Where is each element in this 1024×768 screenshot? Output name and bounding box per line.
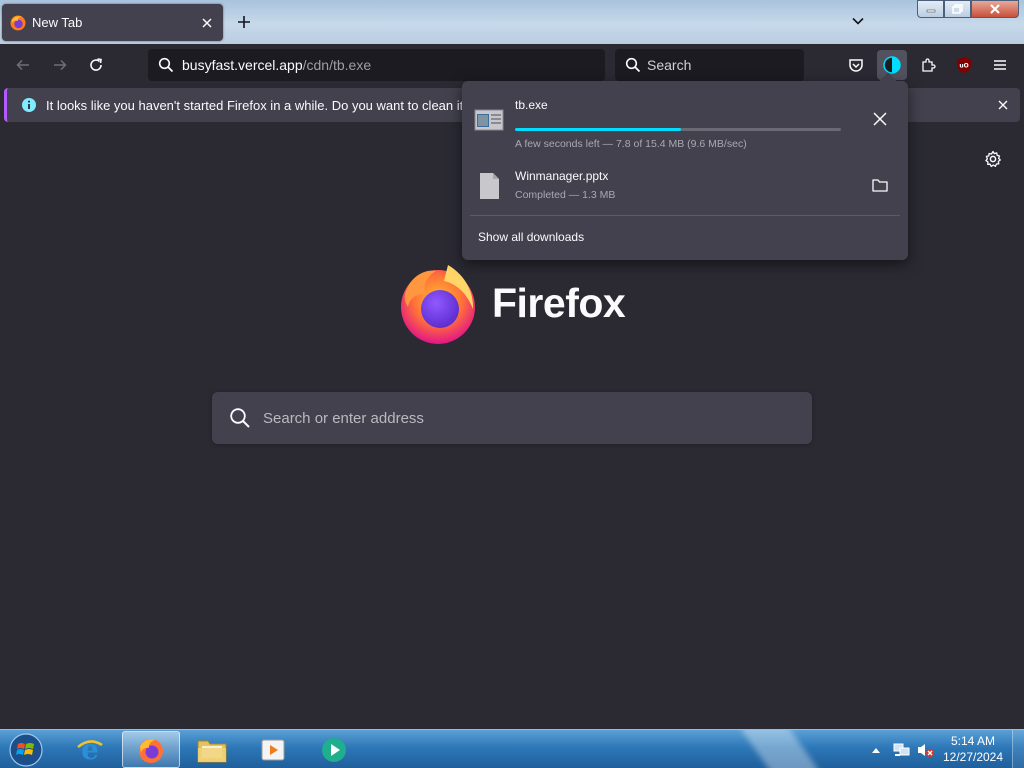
- pocket-icon: [849, 59, 863, 72]
- show-in-folder-button[interactable]: [868, 173, 892, 197]
- show-desktop-button[interactable]: [1012, 730, 1024, 768]
- minimize-icon: [926, 9, 935, 13]
- svg-text:e: e: [81, 735, 99, 765]
- forward-button[interactable]: [45, 50, 75, 80]
- personalize-button[interactable]: [981, 147, 1005, 171]
- app-launcher-icon: [322, 737, 346, 762]
- chevron-down-icon: [852, 17, 864, 25]
- media-player-icon: [261, 739, 285, 760]
- address-bar[interactable]: busyfast.vercel.app/cdn/tb.exe: [148, 49, 605, 81]
- download-progress-icon: [883, 56, 901, 74]
- windows-taskbar: e 5:14 AM 12/27/2024: [0, 729, 1024, 768]
- search-bar[interactable]: Search: [615, 49, 804, 81]
- close-icon: [873, 112, 887, 126]
- clock-date: 12/27/2024: [942, 750, 1004, 764]
- close-icon: [998, 100, 1008, 110]
- new-tab-button[interactable]: [230, 8, 258, 36]
- internet-explorer-icon: e: [77, 735, 103, 765]
- url-path: /cdn/tb.exe: [302, 57, 372, 73]
- panel-separator: [470, 215, 900, 216]
- chevron-up-icon: [872, 747, 880, 753]
- taskbar-file-explorer[interactable]: [183, 731, 241, 768]
- clock-time: 5:14 AM: [950, 734, 996, 748]
- show-hidden-icons-button[interactable]: [866, 740, 886, 760]
- close-icon: [990, 4, 1000, 14]
- notification-close-button[interactable]: [994, 96, 1012, 114]
- app-menu-button[interactable]: [985, 50, 1015, 80]
- url-host: busyfast.vercel.app: [182, 57, 303, 73]
- gear-icon: [985, 150, 1001, 168]
- search-icon: [625, 57, 641, 73]
- folder-icon: [872, 179, 888, 192]
- download-progress-fill: [515, 128, 682, 131]
- tab-title: New Tab: [32, 15, 83, 30]
- volume-muted-icon: [918, 743, 934, 757]
- ublock-origin-icon: uO: [957, 57, 971, 73]
- ublock-origin-button[interactable]: uO: [949, 50, 979, 80]
- restore-button[interactable]: [944, 0, 971, 18]
- restore-icon: [951, 4, 963, 14]
- download-status: A few seconds left — 7.8 of 15.4 MB (9.6…: [515, 138, 747, 150]
- downloads-panel: tb.exe A few seconds left — 7.8 of 15.4 …: [462, 72, 908, 260]
- windows-start-orb-icon: [9, 732, 43, 767]
- firefox-logo-icon: [401, 265, 475, 344]
- pocket-button[interactable]: [841, 50, 871, 80]
- tab-new-tab[interactable]: New Tab: [2, 4, 223, 41]
- brand-wordmark: Firefox: [492, 279, 626, 326]
- network-tray-icon[interactable]: [891, 740, 911, 760]
- volume-tray-icon[interactable]: [916, 740, 936, 760]
- network-icon: [893, 743, 910, 756]
- firefox-brand: Firefox: [396, 260, 646, 346]
- system-tray: [866, 730, 941, 768]
- extensions-button[interactable]: [913, 50, 943, 80]
- navigation-toolbar: busyfast.vercel.app/cdn/tb.exe Search uO: [0, 44, 1024, 86]
- download-status: Completed — 1.3 MB: [515, 189, 616, 201]
- minimize-button[interactable]: [917, 0, 944, 18]
- show-all-downloads-button[interactable]: Show all downloads: [478, 230, 584, 244]
- taskbar-glare: [740, 730, 820, 768]
- close-window-button[interactable]: [971, 0, 1019, 18]
- start-button[interactable]: [6, 731, 46, 768]
- cancel-download-button[interactable]: [868, 107, 892, 131]
- info-icon: [22, 98, 36, 112]
- search-placeholder: Search: [647, 57, 692, 73]
- screen: New Tab busyfast.vercel.app/cdn/tb.exe S…: [0, 0, 1024, 768]
- url-text: busyfast.vercel.app/cdn/tb.exe: [182, 57, 371, 73]
- taskbar-media-player[interactable]: [244, 731, 302, 768]
- new-tab-search-input[interactable]: Search or enter address: [212, 392, 812, 444]
- search-icon: [230, 408, 250, 428]
- exe-file-icon: [474, 109, 504, 131]
- svg-text:uO: uO: [959, 63, 968, 70]
- plus-icon: [238, 16, 250, 28]
- new-tab-search-placeholder: Search or enter address: [263, 409, 424, 427]
- back-button[interactable]: [8, 50, 38, 80]
- puzzle-piece-icon: [922, 58, 936, 72]
- taskbar-clock[interactable]: 5:14 AM 12/27/2024: [940, 733, 1006, 765]
- taskbar-internet-explorer[interactable]: e: [61, 731, 119, 768]
- download-filename: Winmanager.pptx: [515, 169, 609, 183]
- download-item-winmanager[interactable]: Winmanager.pptx Completed — 1.3 MB: [470, 155, 900, 215]
- download-progress-bar: [515, 128, 841, 131]
- arrow-right-icon: [54, 59, 67, 71]
- hamburger-menu-icon: [994, 60, 1006, 70]
- notification-message: It looks like you haven't started Firefo…: [46, 97, 501, 113]
- window-caption-buttons: [917, 0, 1019, 19]
- document-file-icon: [480, 173, 499, 199]
- reload-icon: [90, 58, 102, 71]
- reload-button[interactable]: [81, 50, 111, 80]
- downloads-button[interactable]: [877, 50, 907, 80]
- tab-strip: New Tab: [0, 0, 1024, 44]
- firefox-icon: [139, 738, 163, 763]
- close-tab-icon[interactable]: [199, 15, 215, 31]
- firefox-tab-icon: [10, 15, 26, 30]
- download-filename: tb.exe: [515, 98, 548, 112]
- list-all-tabs-button[interactable]: [845, 8, 871, 34]
- search-icon: [158, 57, 174, 73]
- taskbar-app-launcher[interactable]: [305, 731, 363, 768]
- folder-icon: [197, 740, 227, 762]
- taskbar-firefox[interactable]: [122, 731, 180, 768]
- arrow-left-icon: [16, 59, 29, 71]
- download-item-tb-exe[interactable]: tb.exe A few seconds left — 7.8 of 15.4 …: [470, 91, 900, 151]
